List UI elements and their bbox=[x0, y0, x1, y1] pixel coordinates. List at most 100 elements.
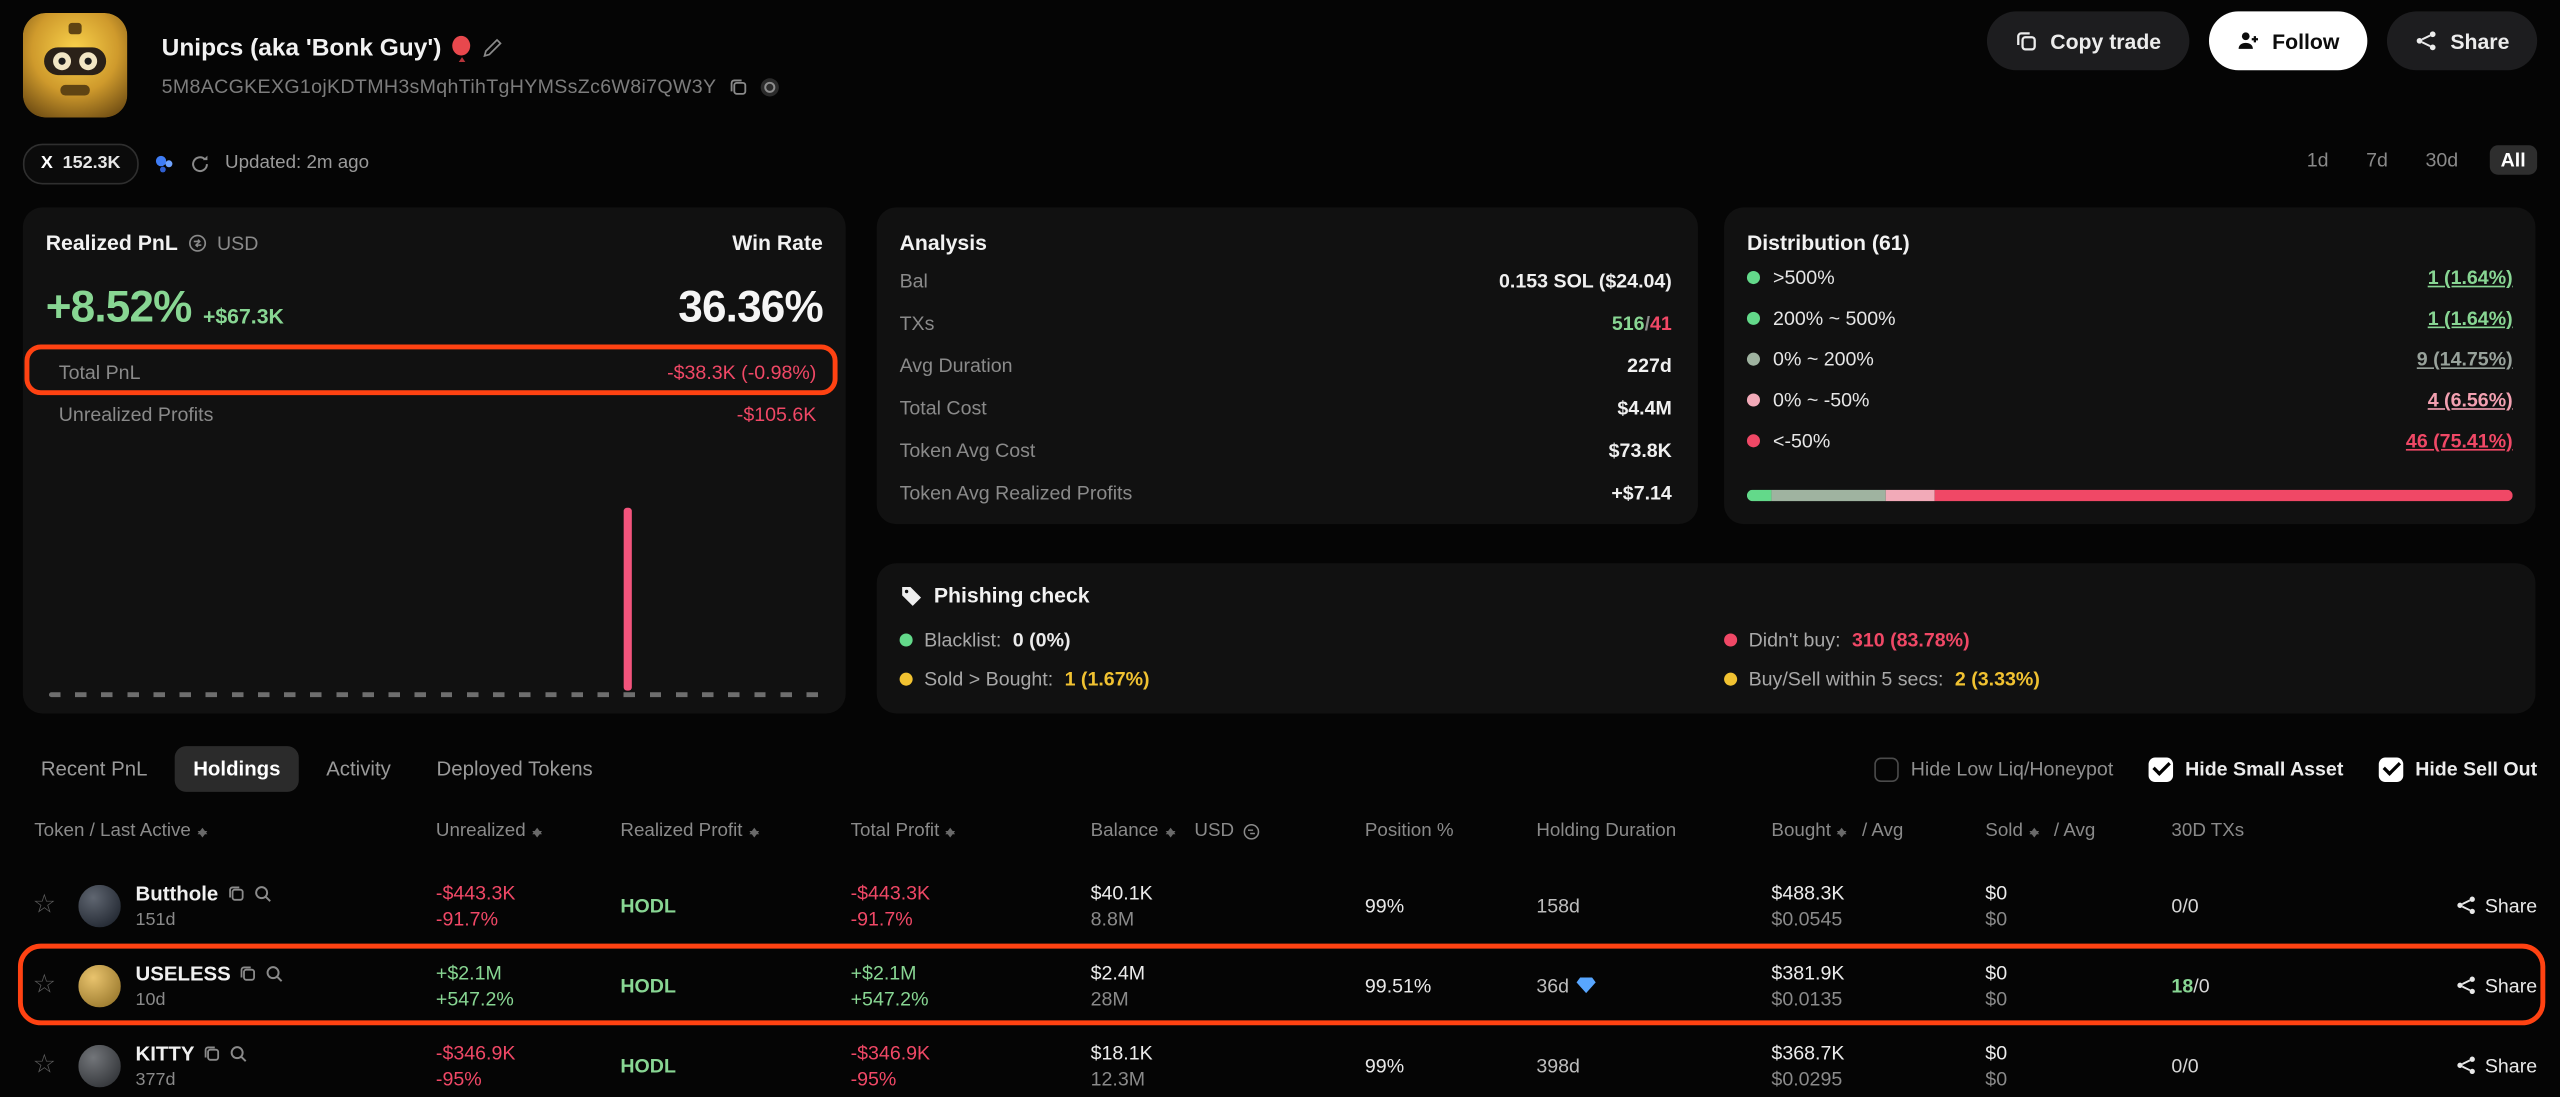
token-name[interactable]: KITTY bbox=[136, 1042, 195, 1065]
pnl-chart-bar bbox=[624, 508, 631, 691]
win-rate-label: Win Rate bbox=[732, 230, 823, 254]
filter-hide-small-asset[interactable]: Hide Small Asset bbox=[2149, 757, 2343, 781]
filter-checkbox-0[interactable] bbox=[1875, 757, 1899, 781]
row-share-button[interactable]: Share bbox=[2455, 1054, 2537, 1077]
txs-cell: 18/0 bbox=[2171, 974, 2209, 997]
copy-token-icon[interactable] bbox=[239, 964, 257, 982]
token-last-active: 10d bbox=[136, 989, 285, 1009]
filter-checkbox-2[interactable] bbox=[2379, 757, 2403, 781]
time-filter-1d[interactable]: 1d bbox=[2300, 145, 2335, 174]
pnl-chart-baseline bbox=[49, 692, 826, 697]
win-rate-value: 36.36% bbox=[678, 282, 823, 333]
col-holding-duration[interactable]: Holding Duration bbox=[1536, 821, 1676, 841]
time-filter-7d[interactable]: 7d bbox=[2360, 145, 2395, 174]
balance-cell: $18.1K12.3M bbox=[1091, 1039, 1153, 1091]
range-dot-icon bbox=[1747, 312, 1760, 325]
token-avatar[interactable] bbox=[78, 964, 120, 1006]
follow-button[interactable]: Follow bbox=[2208, 11, 2367, 70]
col-total-profit[interactable]: Total Profit bbox=[851, 821, 959, 841]
copy-trade-icon bbox=[2014, 29, 2037, 52]
status-dot-icon bbox=[1724, 673, 1737, 686]
edit-name-icon[interactable] bbox=[482, 37, 503, 58]
token-avatar[interactable] bbox=[78, 1044, 120, 1086]
favorite-star-icon[interactable]: ☆ bbox=[33, 891, 56, 919]
time-filter-all[interactable]: All bbox=[2489, 145, 2537, 174]
tab-recent-pnl[interactable]: Recent PnL bbox=[23, 746, 166, 792]
col-position[interactable]: Position % bbox=[1365, 821, 1454, 841]
search-token-icon[interactable] bbox=[253, 883, 273, 903]
phishing-check-panel: Phishing check Blacklist: 0 (0%) Sold > … bbox=[877, 563, 2536, 713]
copy-token-icon[interactable] bbox=[203, 1044, 221, 1062]
favorite-star-icon[interactable]: ☆ bbox=[33, 971, 56, 999]
tab-deployed-tokens[interactable]: Deployed Tokens bbox=[419, 746, 611, 792]
col-realized-profit[interactable]: Realized Profit bbox=[620, 821, 762, 841]
analysis-panel: Analysis Bal 0.153 SOL ($24.04) TXs 516/… bbox=[877, 207, 1698, 524]
currency-toggle-icon[interactable] bbox=[1242, 822, 1260, 840]
gem-icon bbox=[1576, 976, 1597, 994]
col-30d-txs[interactable]: 30D TXs bbox=[2171, 821, 2244, 841]
explorer-icon[interactable] bbox=[759, 76, 780, 97]
row-share: Share bbox=[2455, 894, 2537, 917]
x-twitter-icon: X bbox=[41, 153, 53, 173]
time-filter-30d[interactable]: 30d bbox=[2419, 145, 2465, 174]
wallet-title: Unipcs (aka 'Bonk Guy') bbox=[162, 33, 442, 61]
table-row-2[interactable]: ☆ KITTY 377d -$346.9K-95% HODL -$346.9K-… bbox=[23, 1025, 2537, 1097]
bubblemap-icon[interactable] bbox=[153, 153, 174, 174]
col-bought-avg[interactable]: Bought/ Avg bbox=[1771, 821, 1903, 841]
balance-cell: $40.1K8.8M bbox=[1091, 879, 1153, 931]
table-row-1[interactable]: ☆ USELESS 10d +$2.1M+547.2% HODL +$2.1M+… bbox=[23, 945, 2537, 1025]
analysis-row-avg-duration: Avg Duration 227d bbox=[900, 354, 1672, 377]
twitter-followers-pill[interactable]: X 152.3K bbox=[23, 143, 139, 184]
row-share-button[interactable]: Share bbox=[2455, 974, 2537, 997]
filter-hide-low-liq[interactable]: Hide Low Liq/Honeypot bbox=[1875, 757, 2113, 781]
token-avatar[interactable] bbox=[78, 884, 120, 926]
copy-trade-button[interactable]: Copy trade bbox=[1987, 11, 2189, 70]
sort-icon bbox=[1837, 822, 1850, 840]
phishing-item-2: Didn't buy: 310 (83.78%) bbox=[1724, 629, 1970, 652]
copy-token-icon[interactable] bbox=[226, 884, 244, 902]
refresh-icon[interactable] bbox=[189, 153, 210, 174]
col-unrealized[interactable]: Unrealized bbox=[436, 821, 545, 841]
distribution-count-link[interactable]: 1 (1.64%) bbox=[2428, 307, 2513, 330]
unrealized-cell: -$443.3K-91.7% bbox=[436, 879, 516, 931]
txs-buy: 0 bbox=[2171, 894, 2182, 917]
table-row-0[interactable]: ☆ Butthole 151d -$443.3K-91.7% HODL -$44… bbox=[23, 865, 2537, 945]
range-dot-icon bbox=[1747, 271, 1760, 284]
share-button[interactable]: Share bbox=[2387, 11, 2537, 70]
distribution-count-link[interactable]: 46 (75.41%) bbox=[2406, 429, 2513, 452]
pnl-chart bbox=[49, 469, 826, 698]
currency-toggle-icon[interactable] bbox=[188, 233, 208, 253]
sold-cell: $0$0 bbox=[1985, 959, 2007, 1011]
token-name[interactable]: USELESS bbox=[136, 962, 231, 985]
position-cell: 99.51% bbox=[1365, 974, 1431, 997]
tab-holdings[interactable]: Holdings bbox=[175, 746, 298, 792]
row-share-button[interactable]: Share bbox=[2455, 894, 2537, 917]
filter-hide-sell-out[interactable]: Hide Sell Out bbox=[2379, 757, 2537, 781]
total-pnl-label: Total PnL bbox=[59, 361, 141, 384]
row-share: Share bbox=[2455, 1054, 2537, 1077]
col-sold-avg[interactable]: Sold/ Avg bbox=[1985, 821, 2095, 841]
distribution-count-link[interactable]: 1 (1.64%) bbox=[2428, 266, 2513, 289]
analysis-row-txs: TXs 516/41 bbox=[900, 312, 1672, 335]
phishing-item-3: Buy/Sell within 5 secs: 2 (3.33%) bbox=[1724, 668, 2040, 691]
duration-cell: 158d bbox=[1536, 894, 1580, 917]
tab-activity[interactable]: Activity bbox=[308, 746, 409, 792]
distribution-count-link[interactable]: 9 (14.75%) bbox=[2417, 348, 2513, 371]
holdings-table-header: Token / Last Active Unrealized Realized … bbox=[23, 821, 2537, 850]
search-token-icon[interactable] bbox=[265, 963, 285, 983]
filter-checkbox-1[interactable] bbox=[2149, 757, 2173, 781]
sort-icon bbox=[197, 822, 210, 840]
token-name[interactable]: Butthole bbox=[136, 882, 219, 905]
search-token-icon[interactable] bbox=[229, 1043, 249, 1063]
token-last-active: 377d bbox=[136, 1069, 249, 1089]
copy-address-icon[interactable] bbox=[728, 77, 748, 97]
favorite-star-icon[interactable]: ☆ bbox=[33, 1051, 56, 1079]
sold-cell: $0$0 bbox=[1985, 1039, 2007, 1091]
bought-cell: $368.7K$0.0295 bbox=[1771, 1039, 1844, 1091]
col-token-last-active[interactable]: Token / Last Active bbox=[34, 821, 210, 841]
total-profit-cell: -$443.3K-91.7% bbox=[851, 879, 931, 931]
distribution-row-2: 0% ~ 200% 9 (14.75%) bbox=[1747, 348, 2513, 371]
col-balance-usd[interactable]: Balance USD bbox=[1091, 821, 1261, 841]
distribution-count-link[interactable]: 4 (6.56%) bbox=[2428, 389, 2513, 412]
robot-avatar-image bbox=[23, 13, 127, 117]
